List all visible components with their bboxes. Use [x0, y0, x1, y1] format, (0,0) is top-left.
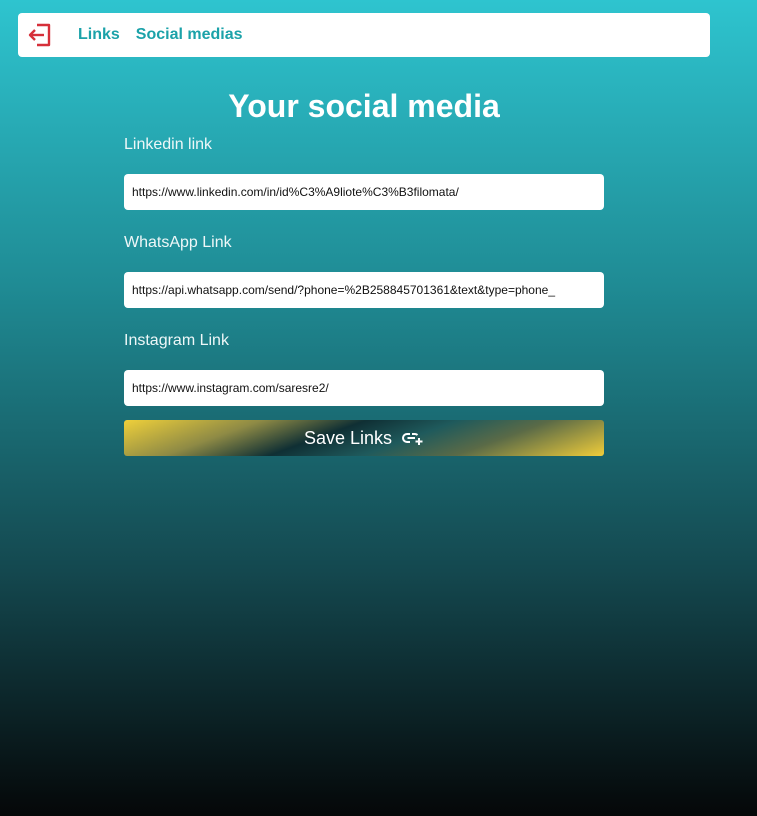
linkedin-input[interactable] — [124, 174, 604, 210]
linkedin-label: Linkedin link — [124, 136, 213, 153]
logout-icon — [28, 23, 51, 47]
whatsapp-label: WhatsApp Link — [124, 234, 232, 251]
instagram-input[interactable] — [124, 370, 604, 406]
instagram-group: Instagram Link — [124, 332, 604, 406]
instagram-label: Instagram Link — [124, 332, 229, 349]
logout-button[interactable] — [26, 21, 54, 49]
whatsapp-group: WhatsApp Link — [124, 234, 604, 308]
link-add-icon — [402, 430, 424, 446]
top-navbar: Links Social medias — [18, 13, 710, 57]
social-links-form: Linkedin link WhatsApp Link Instagram Li… — [124, 130, 604, 456]
save-links-button[interactable]: Save Links — [124, 420, 604, 456]
nav-link-links[interactable]: Links — [78, 26, 120, 44]
page-title: Your social media — [228, 88, 500, 124]
nav-link-social-medias[interactable]: Social medias — [136, 26, 243, 44]
save-links-label: Save Links — [303, 427, 393, 448]
whatsapp-input[interactable] — [124, 272, 604, 308]
linkedin-group: Linkedin link — [124, 136, 604, 210]
